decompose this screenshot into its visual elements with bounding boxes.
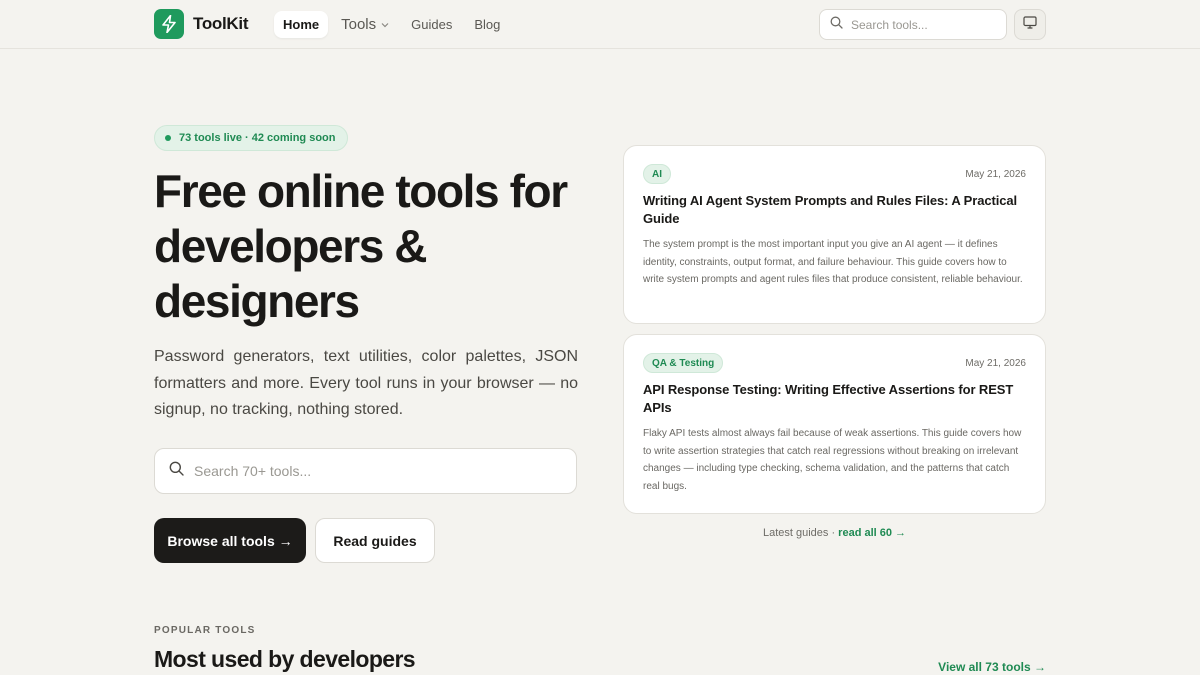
main-nav: Home Tools Guides Blog — [274, 11, 509, 38]
guide-card[interactable]: QA & Testing May 21, 2026 API Response T… — [623, 334, 1046, 514]
latest-guides-line: Latest guides · read all 60 → — [623, 527, 1046, 539]
view-all-tools-link[interactable]: View all 73 tools → — [920, 660, 1046, 674]
nav-blog[interactable]: Blog — [465, 11, 509, 38]
search-icon — [169, 461, 184, 481]
latest-guides-label: Latest guides · — [762, 527, 839, 539]
guide-tag: AI — [643, 164, 671, 184]
guide-title[interactable]: API Response Testing: Writing Effective … — [643, 381, 1026, 417]
lightning-bolt-icon — [154, 9, 184, 39]
guide-card[interactable]: AI May 21, 2026 Writing AI Agent System … — [623, 145, 1046, 324]
status-dot-icon — [165, 135, 171, 141]
popular-tools-eyebrow: POPULAR TOOLS — [154, 625, 256, 636]
monitor-icon — [1023, 15, 1037, 34]
nav-home[interactable]: Home — [274, 11, 329, 38]
guide-excerpt: Flaky API tests almost always fail becau… — [643, 428, 1022, 492]
tools-status-badge: 73 tools live · 42 coming soon — [154, 125, 349, 151]
hero-title: Free online tools for developers & desig… — [154, 165, 568, 327]
guide-title[interactable]: Writing AI Agent System Prompts and Rule… — [643, 192, 1026, 228]
hero-subtitle: Password generators, text utilities, col… — [154, 348, 578, 418]
guide-date: May 21, 2026 — [965, 357, 1026, 369]
header-search-box[interactable] — [819, 9, 1007, 40]
chevron-down-icon — [381, 20, 389, 30]
logo-text: ToolKit — [193, 14, 249, 33]
hero-search-box[interactable] — [154, 448, 577, 494]
guide-date: May 21, 2026 — [965, 168, 1026, 180]
read-all-guides-link[interactable]: read all 60 → — [838, 527, 906, 539]
top-navigation-bar: ToolKit Home Tools Guides Blog — [0, 0, 1200, 49]
guide-card-header: QA & Testing May 21, 2026 — [643, 353, 1026, 373]
guide-excerpt: The system prompt is the most important … — [643, 239, 1023, 285]
hero-search-input[interactable] — [194, 463, 554, 479]
theme-toggle-button[interactable] — [1014, 9, 1046, 40]
nav-tools-label: Tools — [341, 16, 377, 33]
browse-all-tools-button[interactable]: Browse all tools → — [154, 518, 306, 563]
guide-tag: QA & Testing — [643, 353, 724, 373]
header-search-input[interactable] — [851, 17, 991, 32]
popular-tools-title: Most used by developers — [154, 646, 416, 672]
search-icon — [830, 16, 843, 34]
nav-guides[interactable]: Guides — [402, 11, 461, 38]
guide-card-header: AI May 21, 2026 — [643, 164, 1026, 184]
read-guides-button[interactable]: Read guides — [315, 518, 435, 563]
logo-link[interactable]: ToolKit — [154, 9, 248, 39]
badge-text: 73 tools live · 42 coming soon — [179, 132, 336, 144]
nav-tools-menu[interactable]: Tools — [332, 11, 398, 38]
